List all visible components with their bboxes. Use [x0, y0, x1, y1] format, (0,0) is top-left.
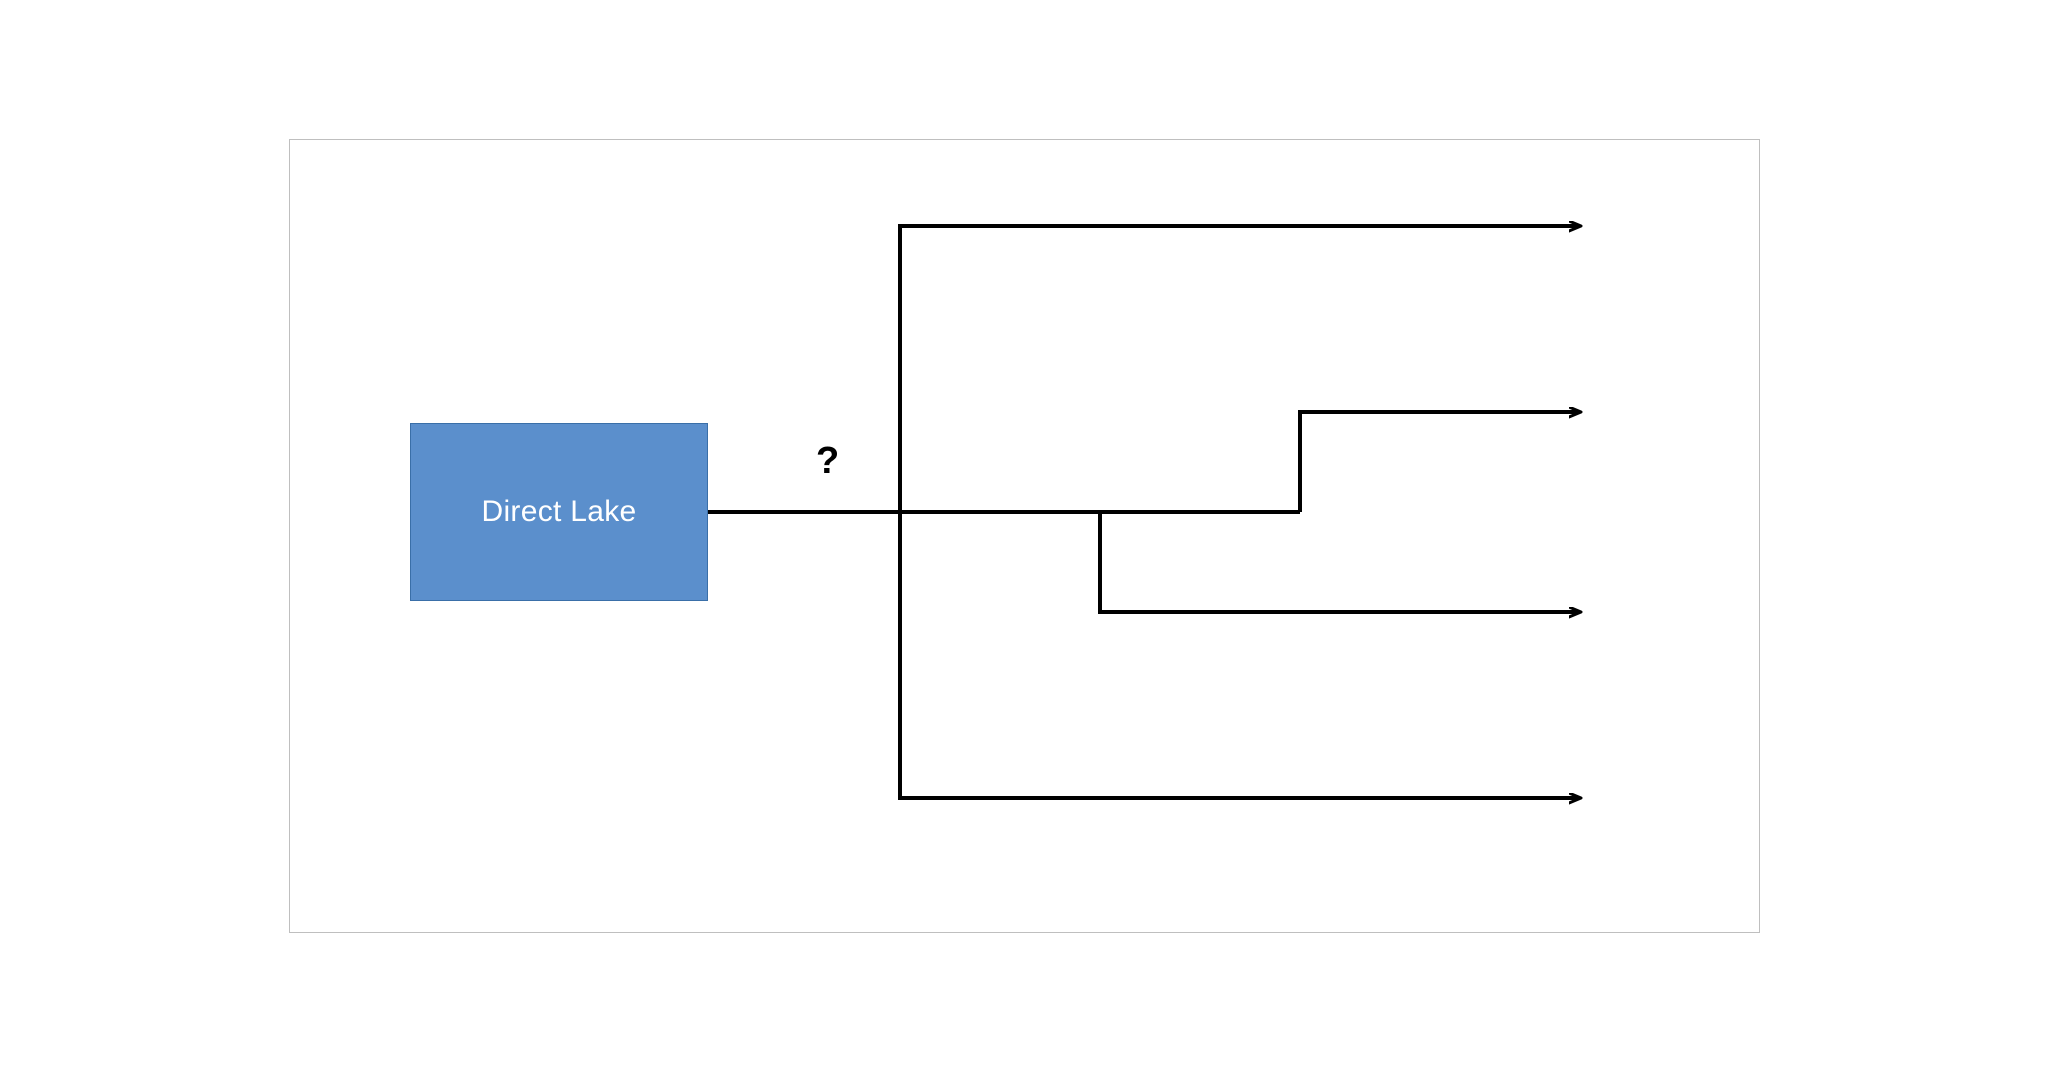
- diagram-canvas: Direct Lake ?: [289, 139, 1760, 933]
- connector-branch-3: [1100, 512, 1580, 612]
- connector-group: [290, 140, 1759, 932]
- connector-branch-4: [900, 512, 1580, 798]
- connector-branch-2: [1300, 412, 1580, 512]
- connector-branch-1: [900, 226, 1580, 512]
